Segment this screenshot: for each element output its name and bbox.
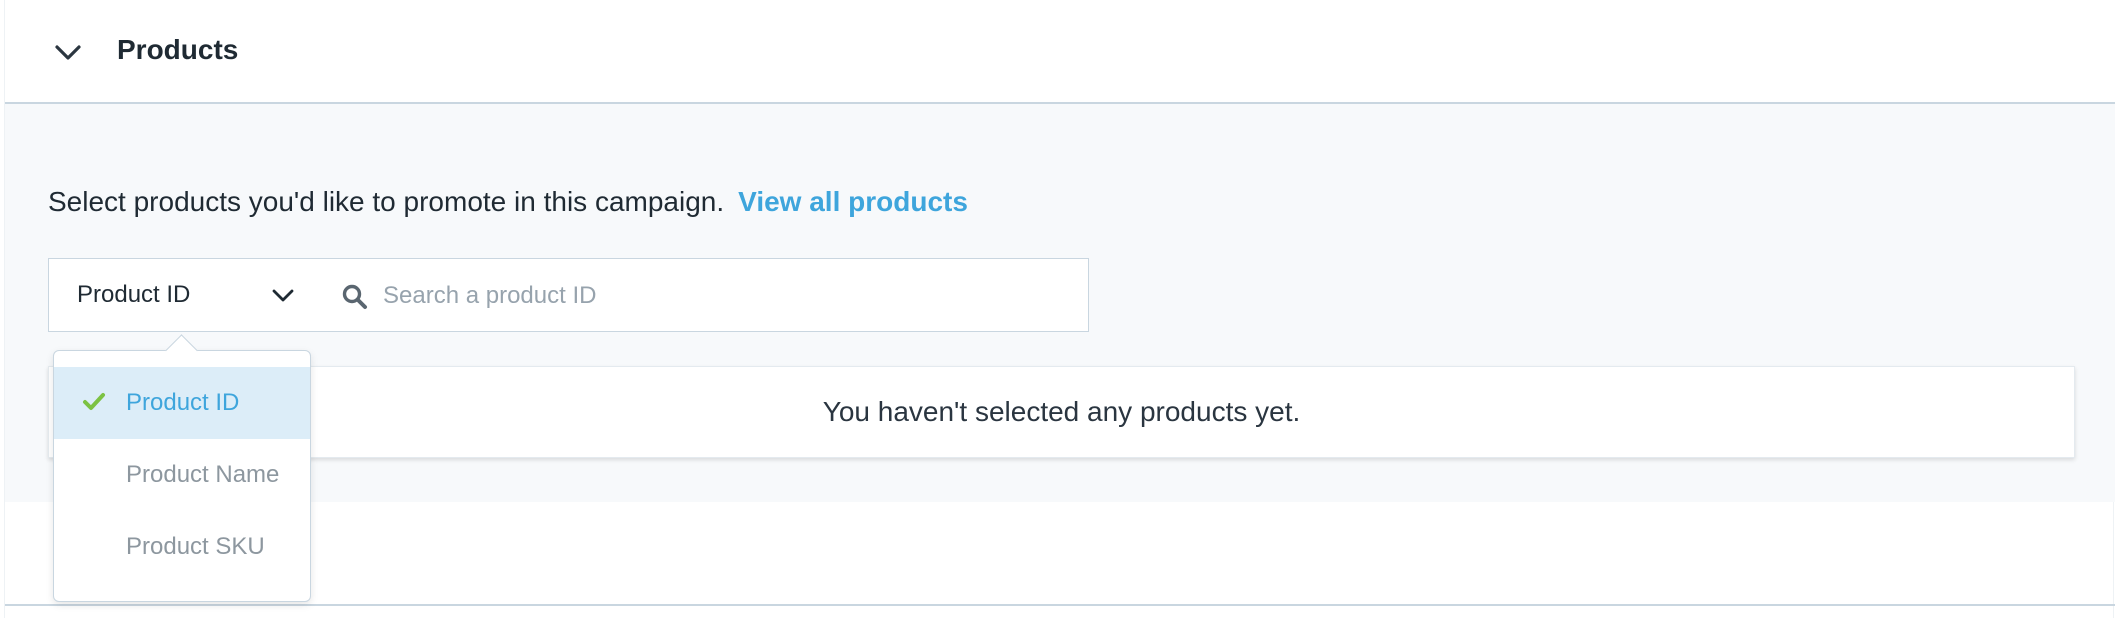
chevron-down-icon [55, 45, 81, 60]
section-header: Products [5, 0, 2115, 104]
search-type-select[interactable]: Product ID [48, 258, 322, 332]
product-search-input[interactable] [381, 275, 1065, 317]
product-search-box [321, 258, 1089, 332]
intro-row: Select products you'd like to promote in… [48, 186, 968, 218]
page-frame: Products Select products you'd like to p… [4, 0, 2115, 618]
dropdown-option-label: Product SKU [126, 533, 265, 560]
view-all-products-link[interactable]: View all products [738, 186, 968, 217]
search-type-dropdown-menu: Product ID Product Name Product SKU [53, 334, 311, 602]
check-icon [82, 391, 106, 413]
search-icon [341, 283, 369, 311]
dropdown-options: Product ID Product Name Product SKU [54, 367, 310, 583]
dropdown-option-product-name[interactable]: Product Name [54, 439, 310, 511]
chevron-down-icon [269, 283, 297, 309]
search-type-value: Product ID [77, 281, 191, 308]
section-body: Select products you'd like to promote in… [5, 104, 2115, 502]
dropdown-option-label: Product ID [126, 389, 240, 416]
intro-text: Select products you'd like to promote in… [48, 186, 725, 217]
dropdown-option-label: Product Name [126, 461, 280, 488]
selected-products-panel: You haven't selected any products yet. [48, 366, 2075, 458]
section-toggle-button[interactable] [51, 38, 85, 68]
empty-state-message: You haven't selected any products yet. [822, 396, 1301, 427]
dropdown-option-product-sku[interactable]: Product SKU [54, 511, 310, 583]
divider [5, 604, 2115, 606]
dropdown-option-product-id[interactable]: Product ID [54, 367, 310, 439]
section-title: Products [117, 34, 239, 65]
